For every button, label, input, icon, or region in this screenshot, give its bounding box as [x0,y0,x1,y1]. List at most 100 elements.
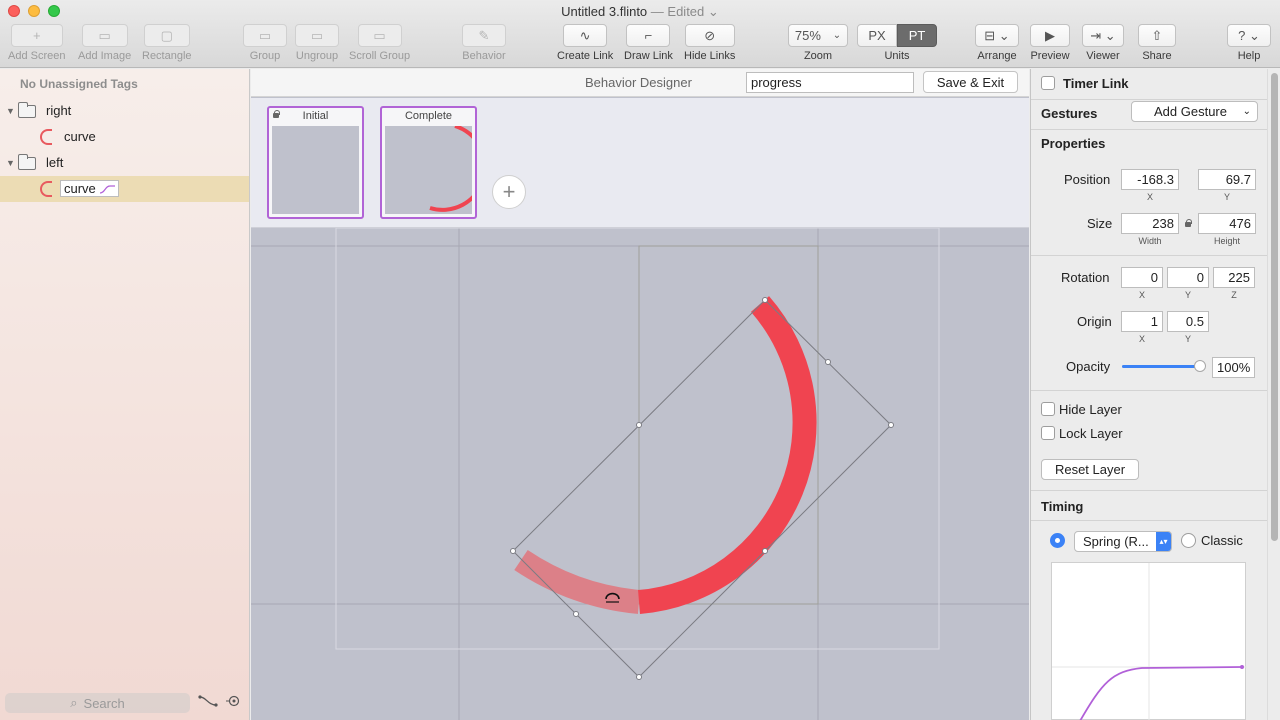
spring-radio[interactable] [1050,533,1065,548]
layer-row-curve[interactable]: curve [0,124,249,150]
plus-icon: + [10,24,63,47]
zoom-select[interactable]: 75% ⌄ [788,24,848,47]
width-caption: Width [1138,236,1162,246]
origin-y-field[interactable] [1167,311,1209,332]
draw-link-button[interactable]: ⌐ Draw Link [624,24,673,62]
behavior-button[interactable]: ✎ Behavior [462,24,506,62]
opacity-label: Opacity [1066,359,1111,374]
layer-name-field[interactable]: curve [60,180,119,197]
width-field[interactable] [1121,213,1179,234]
add-image-button[interactable]: ▭ Add Image [78,24,131,62]
behavior-name-input[interactable] [746,72,914,93]
rotation-y-field[interactable] [1167,267,1209,288]
viewer-icon: ⇥ ⌄ [1082,24,1124,47]
opacity-field[interactable] [1212,357,1255,378]
link-curve-icon[interactable] [198,693,218,709]
image-icon: ▭ [81,24,128,47]
edited-indicator[interactable]: — Edited [651,4,704,19]
help-icon: ? ⌄ [1227,24,1271,47]
group-button[interactable]: ▭ Group [243,24,287,62]
units-px-button[interactable]: PX [857,24,897,47]
chevron-down-icon: ⌄ [707,4,719,19]
hide-links-label: Hide Links [684,50,736,62]
height-field[interactable] [1198,213,1256,234]
lock-layer-checkbox[interactable] [1041,426,1055,440]
timer-link-checkbox[interactable] [1041,76,1055,90]
eye-slash-icon: ⊘ [684,24,735,47]
aspect-lock-icon[interactable] [1185,219,1192,227]
ungroup-button[interactable]: ▭ Ungroup [295,24,339,62]
design-canvas[interactable] [251,228,1029,720]
state-initial[interactable]: Initial [267,106,364,219]
position-y-field[interactable] [1198,169,1256,190]
disclosure-triangle-icon[interactable]: ▼ [6,106,15,116]
rotation-z-field[interactable] [1213,267,1255,288]
add-image-label: Add Image [78,50,132,62]
opacity-slider[interactable] [1122,360,1206,372]
inspector-scrollbar[interactable] [1267,69,1280,720]
viewer-button[interactable]: ⇥ ⌄ Viewer [1082,24,1124,62]
add-screen-button[interactable]: + Add Screen [8,24,65,62]
x-caption: X [1138,290,1145,300]
layer-label: left [46,155,64,170]
chevron-down-icon: ⌄ [1242,106,1251,117]
inspector-panel: Timer Link Gestures Add Gesture ⌄ Proper… [1030,69,1280,720]
target-icon[interactable] [225,694,241,708]
state-label: Initial [302,110,329,122]
rotation-x-field[interactable] [1121,267,1163,288]
units-pt-button[interactable]: PT [897,24,937,47]
add-gesture-button[interactable]: Add Gesture ⌄ [1131,101,1258,122]
selection-handles[interactable] [510,297,894,680]
scroll-group-button[interactable]: ▭ Scroll Group [349,24,410,62]
share-icon: ⇧ [1138,24,1176,47]
scroll-group-label: Scroll Group [349,50,411,62]
opacity-slider-knob[interactable] [1194,360,1206,372]
help-button[interactable]: ? ⌄ Help [1227,24,1271,62]
rectangle-icon: ▢ [143,24,190,47]
hide-layer-checkbox[interactable] [1041,402,1055,416]
position-x-field[interactable] [1121,169,1179,190]
layer-label: right [46,103,72,118]
classic-radio[interactable] [1181,533,1196,548]
rectangle-button[interactable]: ▢ Rectangle [142,24,192,62]
save-exit-button[interactable]: Save & Exit [923,71,1018,93]
search-input[interactable]: ⌕ Search [5,693,190,713]
scrollbar-thumb[interactable] [1271,73,1278,541]
draw-link-icon: ⌐ [626,24,671,47]
layer-row-right-folder[interactable]: ▼ right [0,98,249,124]
create-link-button[interactable]: ∿ Create Link [557,24,613,62]
gestures-title: Gestures [1041,106,1098,121]
origin-x-field[interactable] [1121,311,1163,332]
disclosure-triangle-icon[interactable]: ▼ [6,158,15,168]
height-caption: Height [1213,236,1240,246]
preview-button[interactable]: ▶ Preview [1030,24,1070,62]
y-caption: Y [1184,290,1191,300]
curve-shape[interactable] [638,296,817,614]
search-placeholder: Search [83,695,125,711]
timing-title: Timing [1041,499,1084,514]
window-title: Untitled 3.flinto — Edited ⌄ [0,4,1280,20]
behavior-designer-header: Behavior Designer Save & Exit [251,69,1029,97]
selection-bounds[interactable] [512,299,892,678]
zoom-label: Zoom [803,50,833,62]
share-button[interactable]: ⇧ Share [1138,24,1176,62]
layer-row-curve-selected[interactable]: curve [0,176,249,202]
add-gesture-label: Add Gesture [1154,104,1227,119]
timing-curve-graph[interactable] [1051,562,1247,720]
state-complete[interactable]: Complete [380,106,488,219]
viewer-label: Viewer [1086,50,1120,62]
zoom-control[interactable]: 75% ⌄ Zoom [788,24,848,62]
spring-select[interactable]: Spring (R... ▴▾ [1074,531,1172,552]
properties-title: Properties [1041,136,1106,151]
share-label: Share [1142,50,1172,62]
layer-label: curve [64,181,96,196]
state-label: Complete [404,110,453,122]
curve-shape-faded[interactable] [514,549,641,614]
x-caption: X [1138,334,1145,344]
hide-links-button[interactable]: ⊘ Hide Links [684,24,735,62]
layer-row-left-folder[interactable]: ▼ left [0,150,249,176]
reset-layer-button[interactable]: Reset Layer [1041,459,1139,480]
arrange-button[interactable]: ⊟ ⌄ Arrange [975,24,1019,62]
y-caption: Y [1223,192,1230,202]
add-state-button[interactable]: + [492,175,526,209]
